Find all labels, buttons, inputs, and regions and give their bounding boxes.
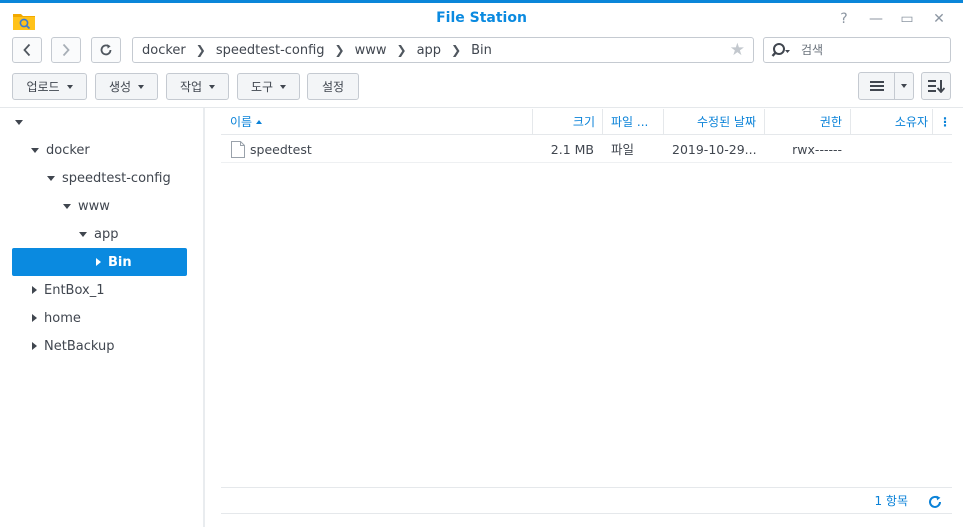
collapse-icon [32, 342, 37, 350]
file-size: 2.1 MB [550, 142, 594, 157]
expand-icon [31, 147, 39, 153]
breadcrumb-app[interactable]: app [417, 43, 441, 58]
chevron-left-icon [23, 43, 31, 57]
action-button[interactable]: 작업 [166, 73, 229, 100]
maximize-button[interactable]: ▭ [897, 9, 917, 29]
collapse-icon [32, 314, 37, 322]
collapse-icon [96, 258, 101, 266]
breadcrumb-docker[interactable]: docker [142, 43, 186, 58]
create-button[interactable]: 생성 [95, 73, 158, 100]
chevron-right-icon [62, 43, 70, 57]
tree-item-label: docker [46, 142, 90, 158]
tree-item-entbox[interactable]: EntBox_1 [12, 276, 187, 304]
file-owner [851, 136, 928, 163]
footer-divider [221, 487, 952, 488]
tree-item-speedtest-config[interactable]: speedtest-config [12, 164, 187, 192]
column-divider[interactable] [602, 109, 603, 135]
expand-icon [63, 203, 71, 209]
tree-item-label: speedtest-config [62, 170, 171, 186]
column-divider[interactable] [932, 109, 933, 135]
list-view-button[interactable] [858, 72, 895, 100]
window-title: File Station [436, 10, 527, 26]
column-name-label: 이름 [230, 115, 253, 129]
file-list-header: 이름 크기 파일 ... 수정된 날짜 권한 소유자 ⋮ [221, 109, 952, 135]
expand-icon [79, 231, 87, 237]
column-type[interactable]: 파일 ... [611, 109, 648, 135]
file-icon [231, 141, 245, 158]
action-label: 작업 [179, 80, 203, 94]
file-name: speedtest [250, 142, 312, 157]
tools-button[interactable]: 도구 [237, 73, 300, 100]
create-label: 생성 [108, 80, 132, 94]
sort-button[interactable] [921, 72, 951, 100]
chevron-right-icon: ❯ [334, 43, 345, 57]
caret-down-icon [66, 84, 73, 89]
tree-item-label: home [44, 310, 81, 326]
help-button[interactable]: ? [834, 9, 854, 29]
item-count: 1 항목 [874, 494, 908, 508]
tree-item-label: NetBackup [44, 338, 115, 354]
back-button[interactable] [12, 37, 42, 63]
breadcrumb-bin[interactable]: Bin [471, 43, 492, 58]
tree-item-home[interactable]: home [12, 304, 187, 332]
column-size[interactable]: 크기 [533, 109, 595, 135]
caret-down-icon [138, 84, 145, 89]
forward-button[interactable] [51, 37, 81, 63]
column-modified[interactable]: 수정된 날짜 [664, 109, 756, 135]
tree-item-label: www [78, 198, 110, 214]
minimize-button[interactable]: — [866, 9, 886, 29]
expand-icon [47, 175, 55, 181]
tree-item-label: EntBox_1 [44, 282, 105, 298]
column-name[interactable]: 이름 [230, 109, 263, 135]
table-row[interactable]: speedtest 2.1 MB 파일 2019-10-29... rwx---… [221, 136, 952, 163]
breadcrumb-www[interactable]: www [355, 43, 387, 58]
favorite-star-icon[interactable]: ★ [730, 41, 745, 59]
tree-item-app[interactable]: app [12, 220, 187, 248]
caret-down-icon [209, 84, 216, 89]
settings-label: 설정 [321, 80, 345, 94]
refresh-button[interactable] [91, 37, 121, 63]
tree-root[interactable] [12, 108, 187, 136]
caret-down-icon [280, 84, 287, 89]
tree-item-netbackup[interactable]: NetBackup [12, 332, 187, 360]
collapse-icon [32, 286, 37, 294]
chevron-right-icon: ❯ [396, 43, 407, 57]
title-bar: File Station ? — ▭ ✕ [0, 3, 963, 35]
tree-item-label: app [94, 226, 119, 242]
close-button[interactable]: ✕ [929, 9, 949, 29]
list-view-icon [869, 81, 884, 91]
upload-label: 업로드 [26, 80, 60, 94]
path-bar[interactable]: docker ❯ speedtest-config ❯ www ❯ app ❯ … [132, 37, 754, 63]
tree-item-docker[interactable]: docker [12, 136, 187, 164]
column-options-icon[interactable]: ⋮ [939, 109, 951, 135]
chevron-right-icon: ❯ [195, 43, 206, 57]
tree-item-bin[interactable]: Bin [12, 248, 187, 276]
view-mode-dropdown[interactable] [894, 72, 914, 100]
column-permission[interactable]: 권한 [765, 109, 842, 135]
breadcrumb: docker ❯ speedtest-config ❯ www ❯ app ❯ … [142, 38, 492, 62]
file-type: 파일 [611, 142, 635, 157]
sort-icon [928, 80, 945, 93]
file-modified: 2019-10-29... [672, 142, 757, 157]
breadcrumb-speedtest-config[interactable]: speedtest-config [216, 43, 325, 58]
settings-button[interactable]: 설정 [307, 73, 359, 100]
upload-button[interactable]: 업로드 [12, 73, 87, 100]
caret-down-icon [901, 84, 907, 88]
file-permission: rwx------ [792, 142, 842, 157]
reload-icon [100, 44, 112, 56]
search-box[interactable] [763, 37, 951, 63]
footer-bottom-divider [221, 513, 952, 514]
tools-label: 도구 [250, 80, 274, 94]
tree-item-label: Bin [108, 254, 132, 270]
chevron-right-icon: ❯ [451, 43, 462, 57]
expand-icon [15, 119, 23, 125]
column-owner[interactable]: 소유자 [851, 109, 928, 135]
refresh-icon[interactable] [927, 494, 943, 510]
tree-item-www[interactable]: www [12, 192, 187, 220]
folder-tree: docker speedtest-config www app Bin EntB… [0, 108, 203, 527]
panel-splitter[interactable] [203, 108, 205, 527]
search-icon[interactable] [771, 42, 791, 60]
sort-ascending-icon [256, 120, 263, 124]
search-input[interactable] [801, 40, 946, 60]
